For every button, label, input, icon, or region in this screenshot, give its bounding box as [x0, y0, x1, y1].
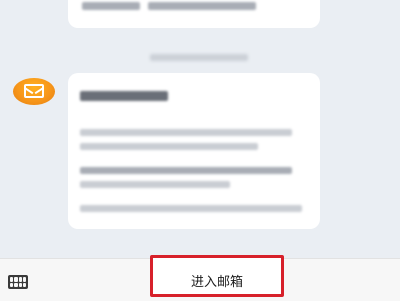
blurred-title	[80, 91, 168, 101]
blurred-text	[80, 143, 258, 150]
blurred-text	[148, 2, 256, 10]
blurred-text	[82, 2, 140, 10]
message-card[interactable]	[68, 73, 320, 229]
keyboard-icon[interactable]	[8, 275, 28, 289]
blurred-text	[80, 129, 292, 136]
blurred-text	[80, 167, 292, 174]
envelope-icon	[24, 84, 44, 98]
enter-mailbox-label: 进入邮箱	[190, 274, 243, 290]
message-timestamp	[150, 54, 248, 61]
blurred-text	[80, 205, 302, 212]
mail-icon[interactable]	[13, 78, 55, 105]
enter-mailbox-button[interactable]: 进入邮箱	[150, 255, 284, 297]
blurred-text	[80, 181, 230, 188]
message-card-previous[interactable]	[68, 0, 320, 28]
